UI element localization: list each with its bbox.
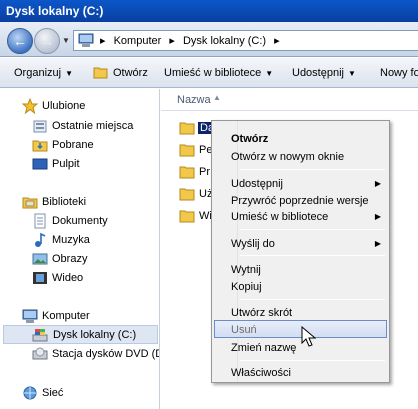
menu-separator [240, 169, 385, 170]
menu-item-label: Wyślij do [231, 238, 275, 250]
menu-item-label: Umieść w bibliotece [231, 211, 329, 223]
nav-libraries-label: Biblioteki [42, 196, 87, 208]
breadcrumb-local-disk[interactable]: Dysk lokalny (C:) [183, 35, 266, 47]
nav-network-label: Sieć [42, 387, 64, 399]
nav-music-label: Muzyka [52, 234, 90, 246]
folder-icon [179, 166, 195, 179]
nav-recent-label: Ostatnie miejsca [52, 120, 134, 132]
address-row: ← → ▼ ▸ Komputer ▸ Dysk lokalny (C:) ▸ [0, 22, 418, 57]
nav-documents-label: Dokumenty [52, 215, 108, 227]
open-button[interactable]: Otwórz [93, 65, 148, 79]
menu-item-label: Zmień nazwę [231, 342, 297, 354]
menu-item-label: Utwórz skrót [231, 307, 293, 319]
include-library-label: Umieść w bibliotece [164, 67, 262, 79]
downloads-folder-icon [32, 140, 48, 152]
sort-ascending-icon: ▲ [213, 93, 221, 102]
menu-item-label: Wytnij [231, 264, 261, 276]
nav-desktop-label: Pulpit [52, 158, 80, 170]
nav-pictures-label: Obrazy [52, 253, 88, 265]
menu-separator [240, 255, 385, 256]
menu-separator [240, 299, 385, 300]
nav-local-disk-label: Dysk lokalny (C:) [53, 329, 137, 341]
new-folder-label: Nowy fo [380, 67, 418, 79]
window-title-bar: Dysk lokalny (C:) [0, 0, 418, 22]
computer-icon [78, 33, 94, 47]
open-label: Otwórz [113, 67, 148, 79]
chevron-down-icon: ▼ [347, 69, 356, 78]
column-name-label: Nazwa [177, 94, 211, 106]
history-dropdown-icon[interactable]: ▼ [62, 36, 70, 45]
menu-item-open-new-window[interactable]: Otwórz w nowym oknie [214, 147, 387, 166]
breadcrumb-separator-icon: ▸ [100, 35, 106, 47]
folder-icon [179, 210, 195, 223]
new-folder-button[interactable]: Nowy fo [380, 67, 418, 79]
file-row-label: Wi [199, 210, 212, 222]
share-label: Udostępnij [292, 67, 344, 79]
submenu-arrow-icon: ▶ [374, 212, 381, 221]
breadcrumb-computer[interactable]: Komputer [114, 35, 162, 47]
nav-video-label: Wideo [52, 272, 84, 284]
forward-button[interactable]: → [34, 28, 60, 54]
video-film-icon [33, 272, 47, 284]
share-button[interactable]: Udostępnij ▼ [292, 67, 356, 79]
menu-item-properties[interactable]: Właściwości [214, 363, 387, 382]
menu-item-label: Usuń [231, 324, 257, 336]
menu-item-label: Właściwości [231, 367, 291, 379]
breadcrumb-separator-icon: ▸ [169, 35, 175, 47]
menu-item-send-to[interactable]: Wyślij do ▶ [214, 234, 387, 253]
folder-open-icon [93, 67, 108, 79]
address-bar[interactable]: ▸ Komputer ▸ Dysk lokalny (C:) ▸ [73, 30, 418, 51]
dvd-drive-icon [32, 347, 48, 360]
column-header-name[interactable]: Nazwa ▲ [161, 89, 418, 111]
navigation-pane: Ulubione Ostatnie miejsca Pobrane Pulpit… [0, 89, 160, 409]
menu-separator [240, 360, 385, 361]
window-title: Dysk lokalny (C:) [6, 4, 104, 18]
back-button[interactable]: ← [7, 28, 33, 54]
recent-places-icon [33, 120, 47, 133]
menu-item-copy[interactable]: Kopiuj [214, 277, 387, 296]
menu-item-label: Otwórz [231, 133, 269, 145]
submenu-arrow-icon: ▶ [374, 239, 381, 248]
nav-favorites-label: Ulubione [42, 100, 86, 112]
drive-icon [32, 329, 48, 342]
computer-icon [22, 309, 38, 323]
documents-icon [34, 213, 46, 229]
menu-item-open[interactable]: Otwórz [214, 129, 387, 148]
menu-item-label: Kopiuj [231, 281, 262, 293]
libraries-icon [22, 197, 38, 209]
menu-item-label: Przywróć poprzednie wersje [231, 195, 369, 207]
star-icon [22, 98, 38, 114]
forward-arrow-icon: → [40, 33, 54, 49]
breadcrumb-separator-icon: ▸ [274, 35, 280, 47]
file-row-label: Pr [199, 166, 210, 178]
menu-item-label: Udostępnij [231, 178, 283, 190]
organize-button[interactable]: Organizuj ▼ [14, 67, 73, 79]
menu-item-label: Otwórz w nowym oknie [231, 151, 345, 163]
folder-icon [179, 188, 195, 201]
mouse-cursor-icon [301, 326, 317, 347]
back-arrow-icon: ← [13, 33, 27, 49]
submenu-arrow-icon: ▶ [374, 179, 381, 188]
network-icon [23, 386, 37, 400]
chevron-down-icon: ▼ [265, 69, 274, 78]
desktop-icon [32, 158, 48, 170]
menu-item-include-library[interactable]: Umieść w bibliotece ▶ [214, 207, 387, 226]
organize-label: Organizuj [14, 67, 62, 79]
pictures-icon [32, 253, 48, 265]
folder-icon [179, 122, 195, 135]
folder-icon [179, 144, 195, 157]
music-note-icon [35, 232, 46, 247]
command-toolbar: Organizuj ▼ Otwórz Umieść w bibliotece ▼ U… [0, 58, 418, 88]
nav-downloads-label: Pobrane [52, 139, 94, 151]
nav-dvd-drive-label: Stacja dysków DVD (D [52, 348, 160, 360]
menu-separator [240, 229, 385, 230]
nav-local-disk[interactable]: Dysk lokalny (C:) [3, 325, 158, 344]
chevron-down-icon: ▼ [65, 69, 73, 78]
nav-computer-label: Komputer [42, 310, 90, 322]
include-library-button[interactable]: Umieść w bibliotece ▼ [164, 67, 273, 79]
